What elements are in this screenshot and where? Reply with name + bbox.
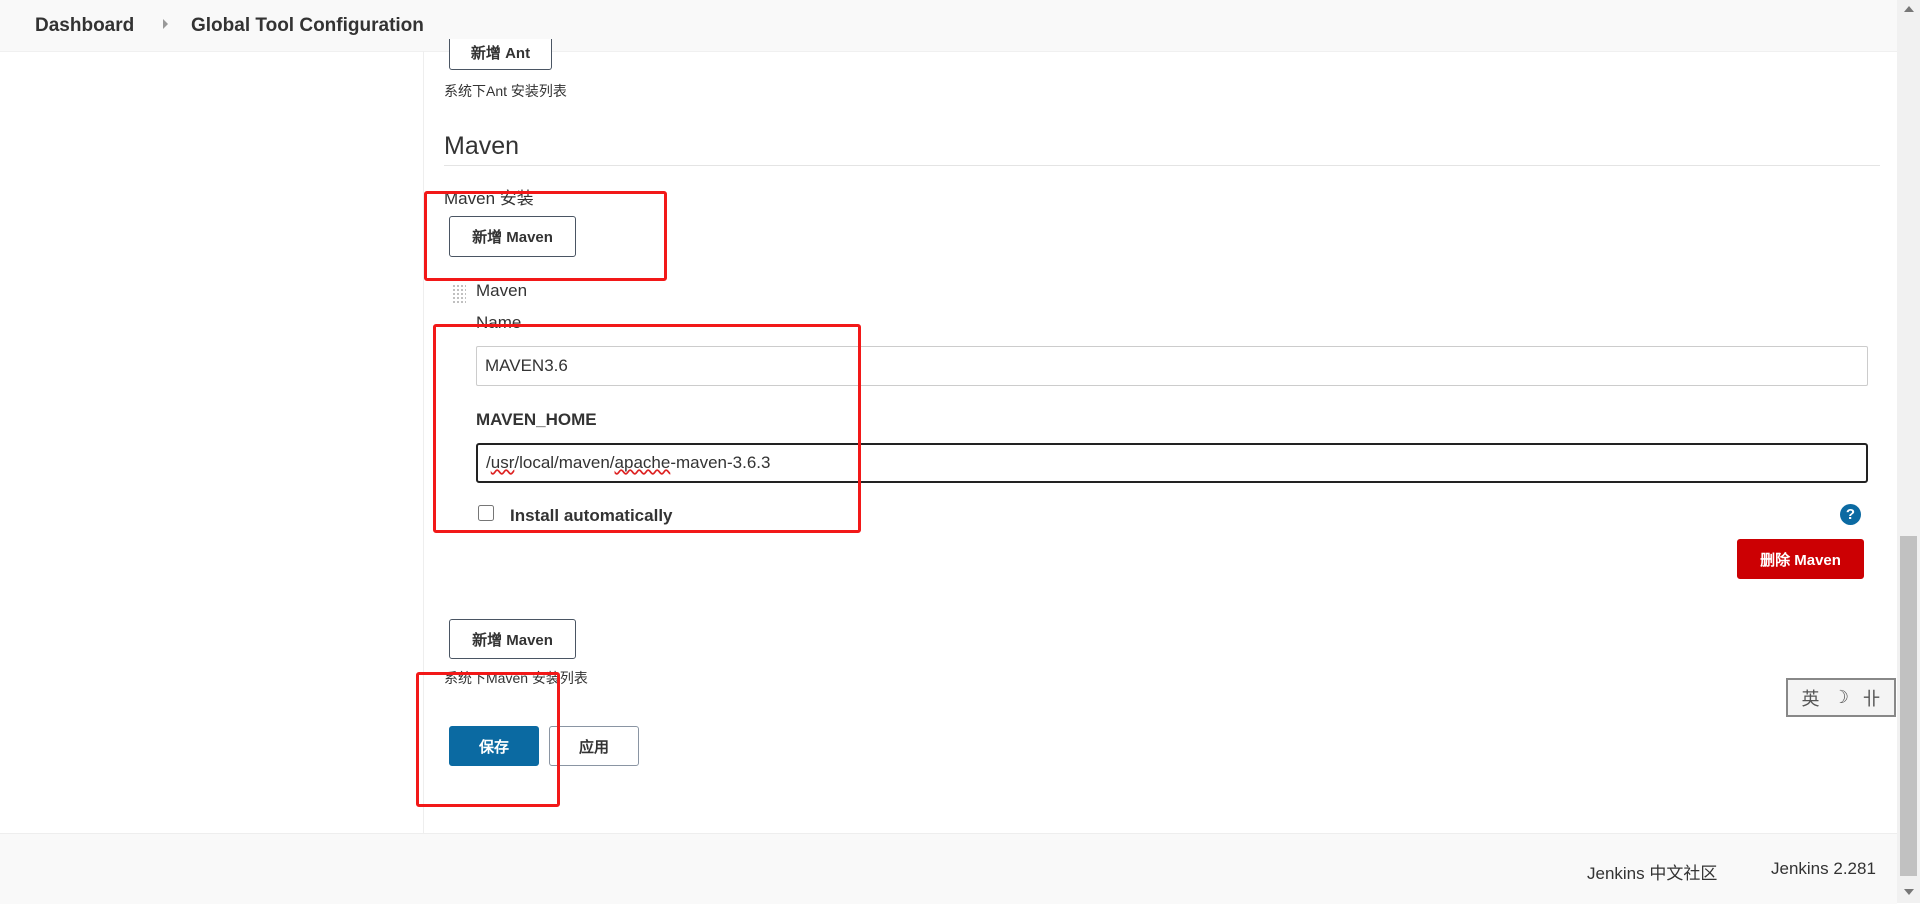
install-automatically-label: Install automatically bbox=[510, 506, 673, 525]
name-input[interactable]: MAVEN3.6 bbox=[476, 346, 1868, 386]
maven-home-value-part: /local/maven/ bbox=[514, 453, 615, 472]
maven-home-input[interactable]: / usr/local/maven/apache -maven-3.6.3 bbox=[476, 443, 1868, 483]
maven-list-caption: 系统下Maven 安装列表 bbox=[444, 670, 588, 686]
breadcrumb-current[interactable]: Global Tool Configuration bbox=[191, 15, 424, 37]
save-button[interactable]: 保存 bbox=[449, 726, 539, 766]
ime-width-icon[interactable]: 卝 bbox=[1863, 685, 1881, 711]
add-ant-button[interactable]: 新增 Ant bbox=[449, 39, 552, 70]
help-icon[interactable]: ? bbox=[1840, 504, 1861, 525]
maven-home-value-part: apache bbox=[614, 453, 671, 472]
scroll-down-icon[interactable] bbox=[1904, 889, 1914, 895]
maven-home-value-part: -maven-3.6.3 bbox=[670, 453, 771, 472]
drag-handle-icon[interactable] bbox=[452, 284, 466, 304]
apply-button[interactable]: 应用 bbox=[549, 726, 639, 766]
add-maven-button-top[interactable]: 新增 Maven bbox=[449, 216, 576, 257]
moon-icon[interactable]: ☽ bbox=[1833, 687, 1849, 708]
vertical-scrollbar[interactable] bbox=[1897, 0, 1920, 903]
maven-installations-label: Maven 安装 bbox=[444, 189, 534, 208]
maven-section-title: Maven bbox=[444, 132, 520, 160]
side-panel-divider bbox=[423, 51, 424, 833]
breadcrumb-dashboard[interactable]: Dashboard bbox=[35, 15, 134, 37]
scroll-up-icon[interactable] bbox=[1904, 6, 1914, 12]
add-maven-button-bottom[interactable]: 新增 Maven bbox=[449, 619, 576, 659]
maven-home-value-part: usr bbox=[490, 453, 515, 472]
scrollbar-thumb[interactable] bbox=[1900, 536, 1917, 876]
maven-home-label: MAVEN_HOME bbox=[476, 410, 597, 429]
ime-mode-icon[interactable]: 英 bbox=[1801, 685, 1819, 711]
name-label: Name bbox=[476, 313, 522, 332]
page-footer: Jenkins 中文社区 Jenkins 2.281 bbox=[0, 833, 1897, 904]
footer-community-link[interactable]: Jenkins 中文社区 bbox=[1587, 859, 1717, 884]
ant-list-caption: 系统下Ant 安装列表 bbox=[444, 83, 567, 99]
maven-item-header: Maven bbox=[476, 281, 528, 300]
install-automatically-checkbox[interactable] bbox=[478, 505, 494, 521]
footer-version-link[interactable]: Jenkins 2.281 bbox=[1771, 859, 1876, 879]
section-divider bbox=[444, 165, 1880, 166]
ime-toolbar[interactable]: 英 ☽ 卝 bbox=[1786, 678, 1896, 717]
breadcrumb-chevron-icon bbox=[163, 19, 168, 29]
delete-maven-button[interactable]: 删除 Maven bbox=[1737, 539, 1864, 579]
breadcrumb-bar: Dashboard Global Tool Configuration bbox=[0, 0, 1897, 52]
